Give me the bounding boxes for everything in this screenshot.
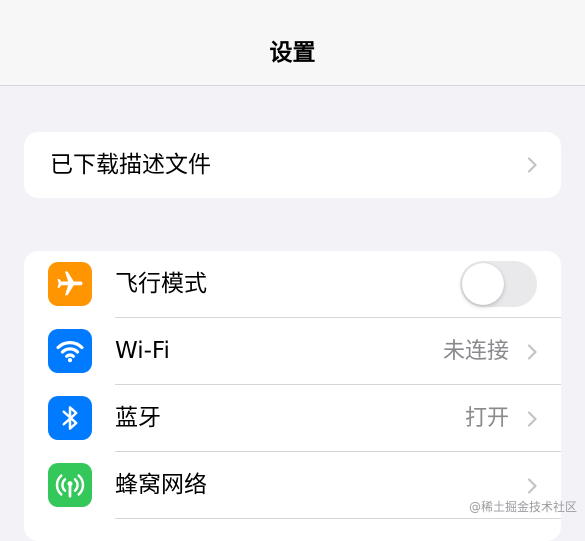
downloaded-profile-card[interactable]: 已下载描述文件 (24, 132, 561, 198)
wifi-label: Wi-Fi (115, 338, 170, 364)
chevron-right-icon (527, 410, 537, 427)
chevron-right-icon (527, 343, 537, 360)
watermark: @稀土掘金技术社区 (468, 500, 577, 514)
airplane-mode-label: 飞行模式 (115, 271, 207, 297)
airplane-icon (48, 262, 92, 306)
toggle-knob (462, 263, 504, 305)
bluetooth-label: 蓝牙 (115, 405, 161, 431)
navigation-bar: 设置 (0, 0, 585, 86)
airplane-mode-row: 飞行模式 (24, 251, 561, 318)
wifi-row[interactable]: Wi-Fi 未连接 (24, 318, 561, 385)
wifi-status: 未连接 (442, 339, 509, 364)
chevron-right-icon (527, 157, 537, 173)
wifi-icon (48, 329, 92, 373)
bluetooth-status: 打开 (464, 406, 509, 431)
antenna-icon (48, 463, 92, 507)
bluetooth-icon (48, 396, 92, 440)
downloaded-profile-label: 已下载描述文件 (50, 152, 211, 178)
cellular-label: 蜂窝网络 (115, 472, 207, 498)
page-title: 设置 (269, 40, 316, 66)
airplane-mode-toggle[interactable] (460, 261, 537, 307)
chevron-right-icon (527, 477, 537, 494)
bluetooth-row[interactable]: 蓝牙 打开 (24, 385, 561, 452)
divider (115, 518, 561, 519)
